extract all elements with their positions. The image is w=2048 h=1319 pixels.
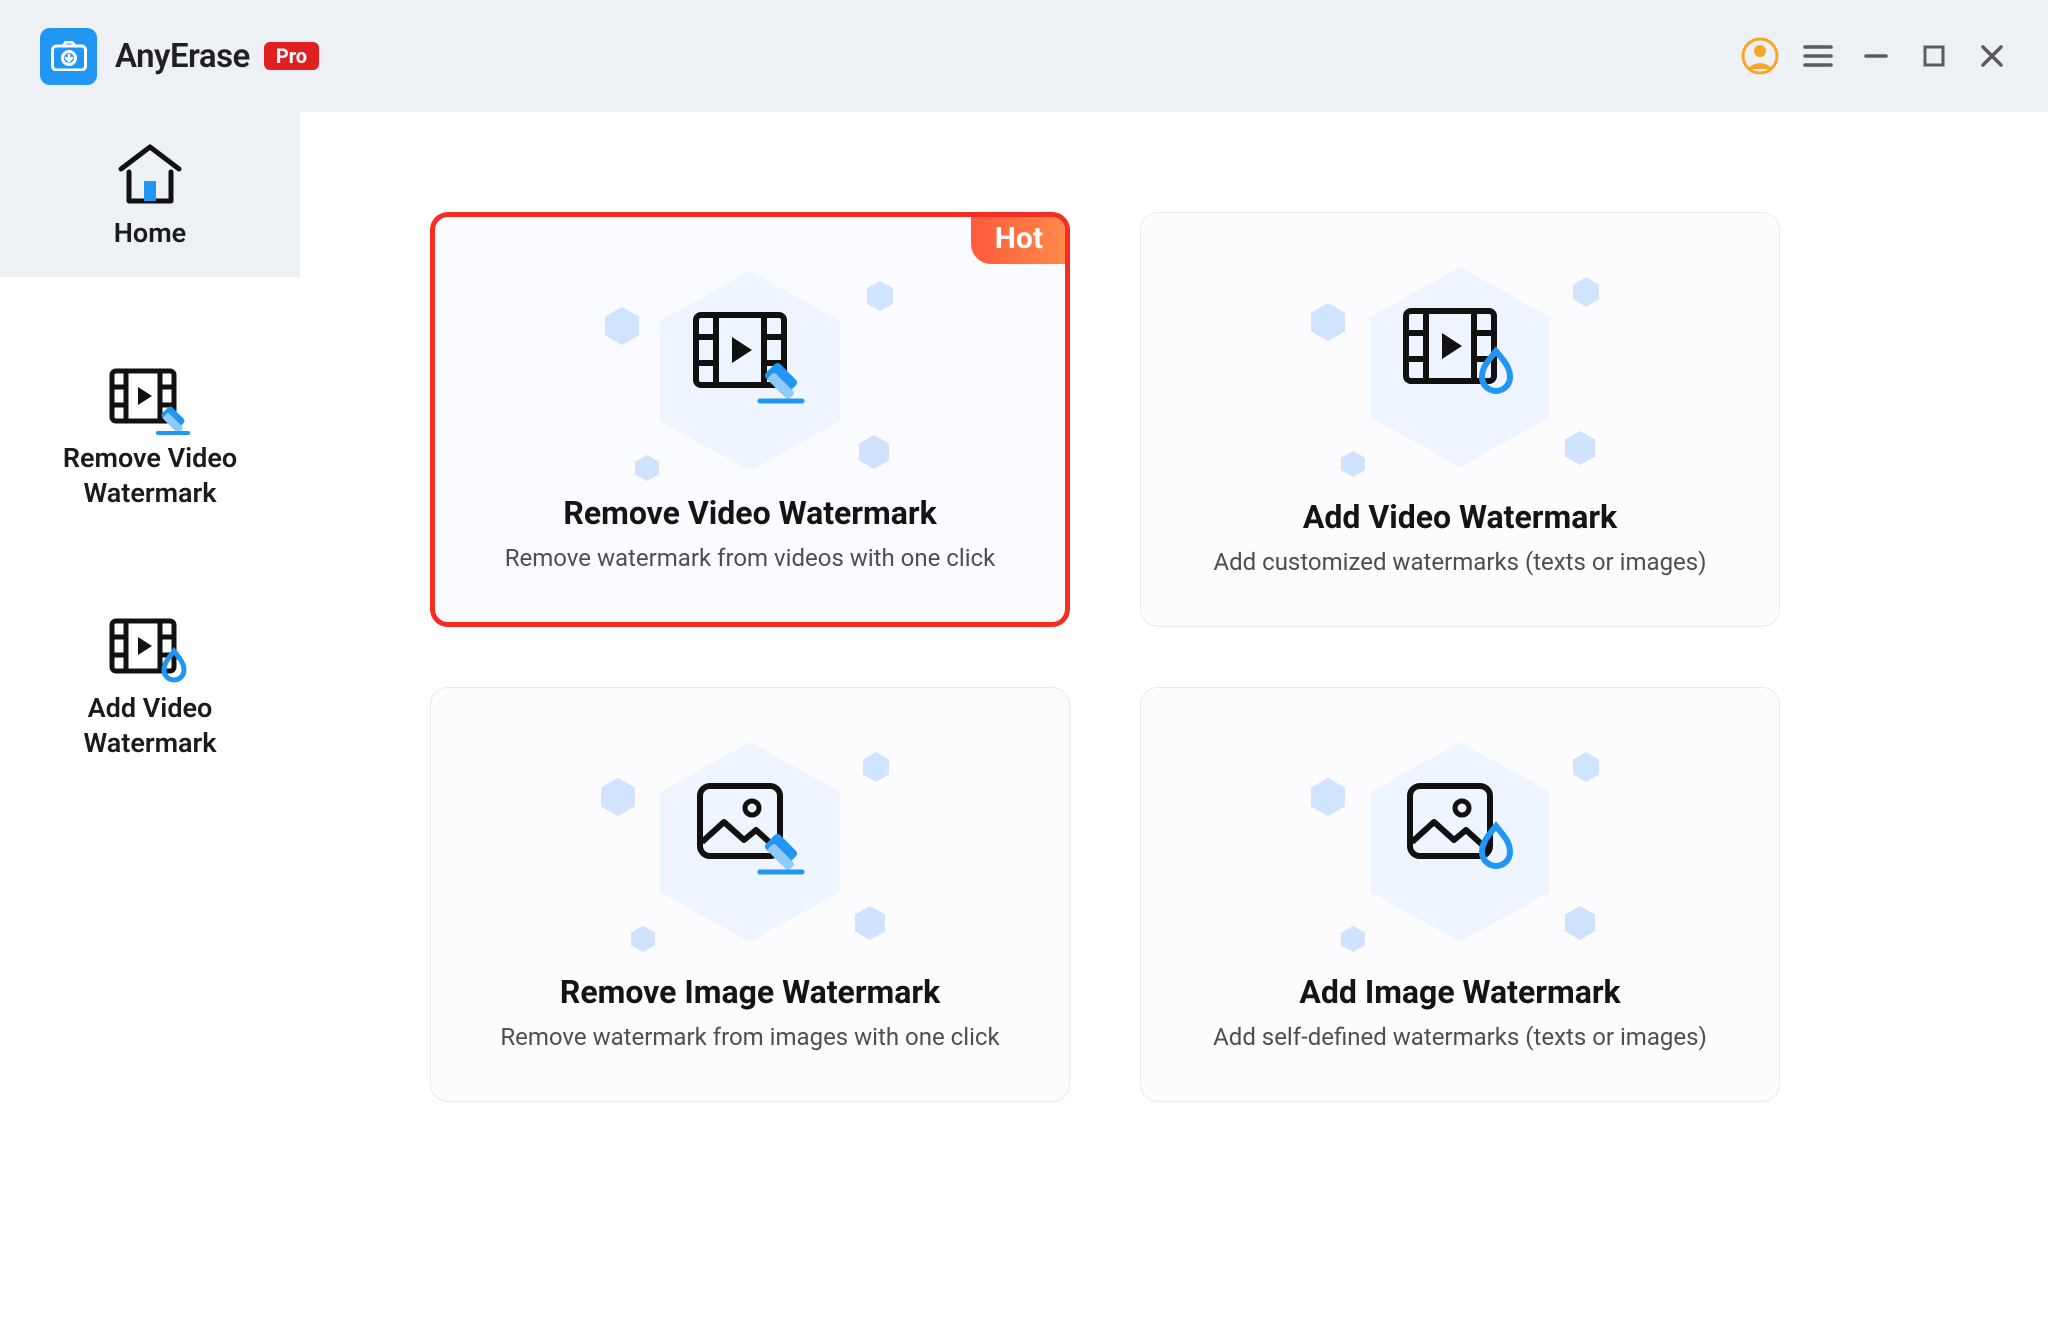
minimize-icon[interactable]: [1850, 30, 1902, 82]
home-icon: [10, 140, 290, 210]
video-drop-icon: [1400, 301, 1520, 405]
pro-badge: Pro: [264, 42, 319, 70]
sidebar-item-add-video[interactable]: Add Video Watermark: [0, 587, 300, 787]
sidebar-item-label: Home: [10, 216, 290, 251]
card-title: Remove Image Watermark: [560, 973, 940, 1011]
hot-badge: Hot: [971, 215, 1067, 264]
card-title: Add Image Watermark: [1299, 973, 1620, 1011]
video-drop-icon: [10, 615, 290, 685]
app-logo-icon: [40, 28, 97, 85]
card-subtitle: Remove watermark from images with one cl…: [500, 1023, 999, 1051]
app-title: AnyErase: [115, 37, 250, 76]
content-area: Hot: [300, 112, 2048, 1319]
sidebar-item-label: Remove Video Watermark: [10, 441, 290, 511]
card-remove-video-watermark[interactable]: Hot: [430, 212, 1070, 627]
video-erase-icon: [10, 365, 290, 435]
card-subtitle: Remove watermark from videos with one cl…: [505, 544, 996, 572]
maximize-icon[interactable]: [1908, 30, 1960, 82]
menu-icon[interactable]: [1792, 30, 1844, 82]
card-add-image-watermark[interactable]: Add Image Watermark Add self-defined wat…: [1140, 687, 1780, 1102]
image-erase-icon: [690, 776, 810, 880]
card-subtitle: Add customized watermarks (texts or imag…: [1213, 548, 1706, 576]
card-add-video-watermark[interactable]: Add Video Watermark Add customized water…: [1140, 212, 1780, 627]
card-title: Remove Video Watermark: [563, 494, 936, 532]
titlebar: AnyErase Pro: [0, 0, 2048, 112]
card-title: Add Video Watermark: [1303, 498, 1617, 536]
sidebar-item-home[interactable]: Home: [0, 112, 300, 277]
image-drop-icon: [1400, 776, 1520, 880]
sidebar-item-label: Add Video Watermark: [10, 691, 290, 761]
card-subtitle: Add self-defined watermarks (texts or im…: [1213, 1023, 1707, 1051]
video-erase-icon: [690, 305, 810, 409]
card-remove-image-watermark[interactable]: Remove Image Watermark Remove watermark …: [430, 687, 1070, 1102]
sidebar: Home: [0, 112, 300, 1319]
close-icon[interactable]: [1966, 30, 2018, 82]
sidebar-item-remove-video[interactable]: Remove Video Watermark: [0, 337, 300, 537]
account-icon[interactable]: [1734, 30, 1786, 82]
